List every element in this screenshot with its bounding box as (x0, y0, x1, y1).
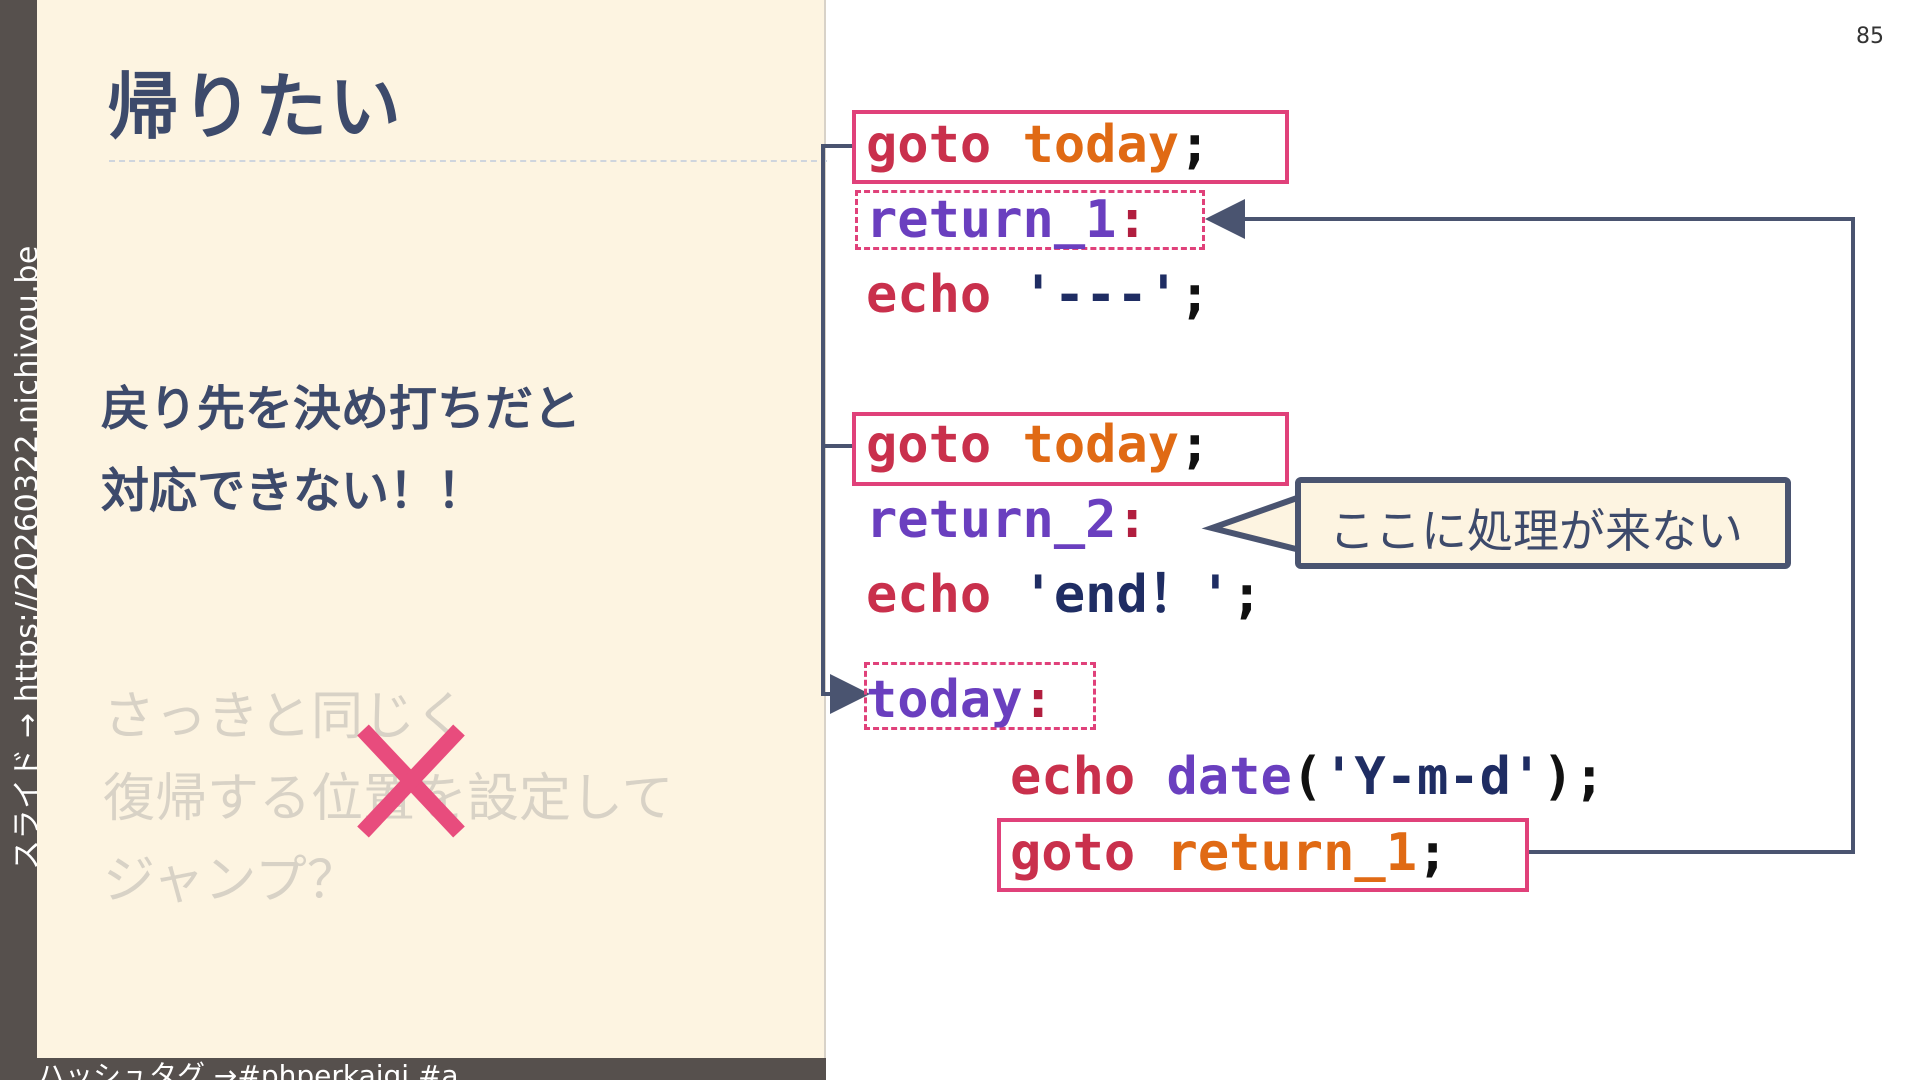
goto-target: today (1022, 415, 1180, 475)
code-line-6: echo 'end！'; (866, 563, 1262, 627)
echo-keyword: echo (866, 265, 992, 325)
label-colon: : (1116, 490, 1148, 550)
semicolon: ; (1573, 747, 1605, 807)
code-line-1: goto today; (866, 113, 1210, 177)
function-name: date (1166, 747, 1292, 807)
goto-target: return_1 (1166, 823, 1417, 883)
label-name: return_2 (866, 490, 1117, 550)
echo-keyword: echo (1010, 747, 1136, 807)
echo-keyword: echo (866, 565, 992, 625)
goto-keyword: goto (866, 415, 992, 475)
goto-keyword: goto (866, 115, 992, 175)
label-colon: : (1116, 190, 1148, 250)
code-line-8: echo date('Y-m-d'); (1010, 745, 1605, 809)
callout-box: ここに処理が来ない (1295, 477, 1791, 569)
semicolon: ; (1231, 565, 1263, 625)
goto-target: today (1022, 115, 1180, 175)
goto-keyword: goto (1010, 823, 1136, 883)
string-literal: 'end！' (1022, 565, 1232, 625)
open-paren: ( (1291, 747, 1324, 807)
code-line-3: echo '---'; (866, 263, 1210, 327)
semicolon: ; (1417, 823, 1449, 883)
label-name: today (866, 670, 1023, 730)
code-line-7: today: (866, 668, 1054, 732)
semicolon: ; (1179, 265, 1211, 325)
code-line-9: goto return_1; (1010, 821, 1448, 885)
callout-pointer (1201, 494, 1301, 553)
semicolon: ; (1179, 415, 1211, 475)
code-line-5: return_2: (866, 488, 1148, 552)
semicolon: ; (1179, 115, 1211, 175)
label-name: return_1 (866, 190, 1117, 250)
close-paren: ) (1542, 747, 1574, 807)
code-line-4: goto today; (866, 413, 1210, 477)
callout-text: ここに処理が来ない (1329, 504, 1743, 558)
code-line-2: return_1: (866, 188, 1148, 252)
string-literal: 'Y-m-d' (1323, 747, 1543, 807)
string-literal: '---' (1022, 265, 1180, 325)
label-colon: : (1022, 670, 1054, 730)
